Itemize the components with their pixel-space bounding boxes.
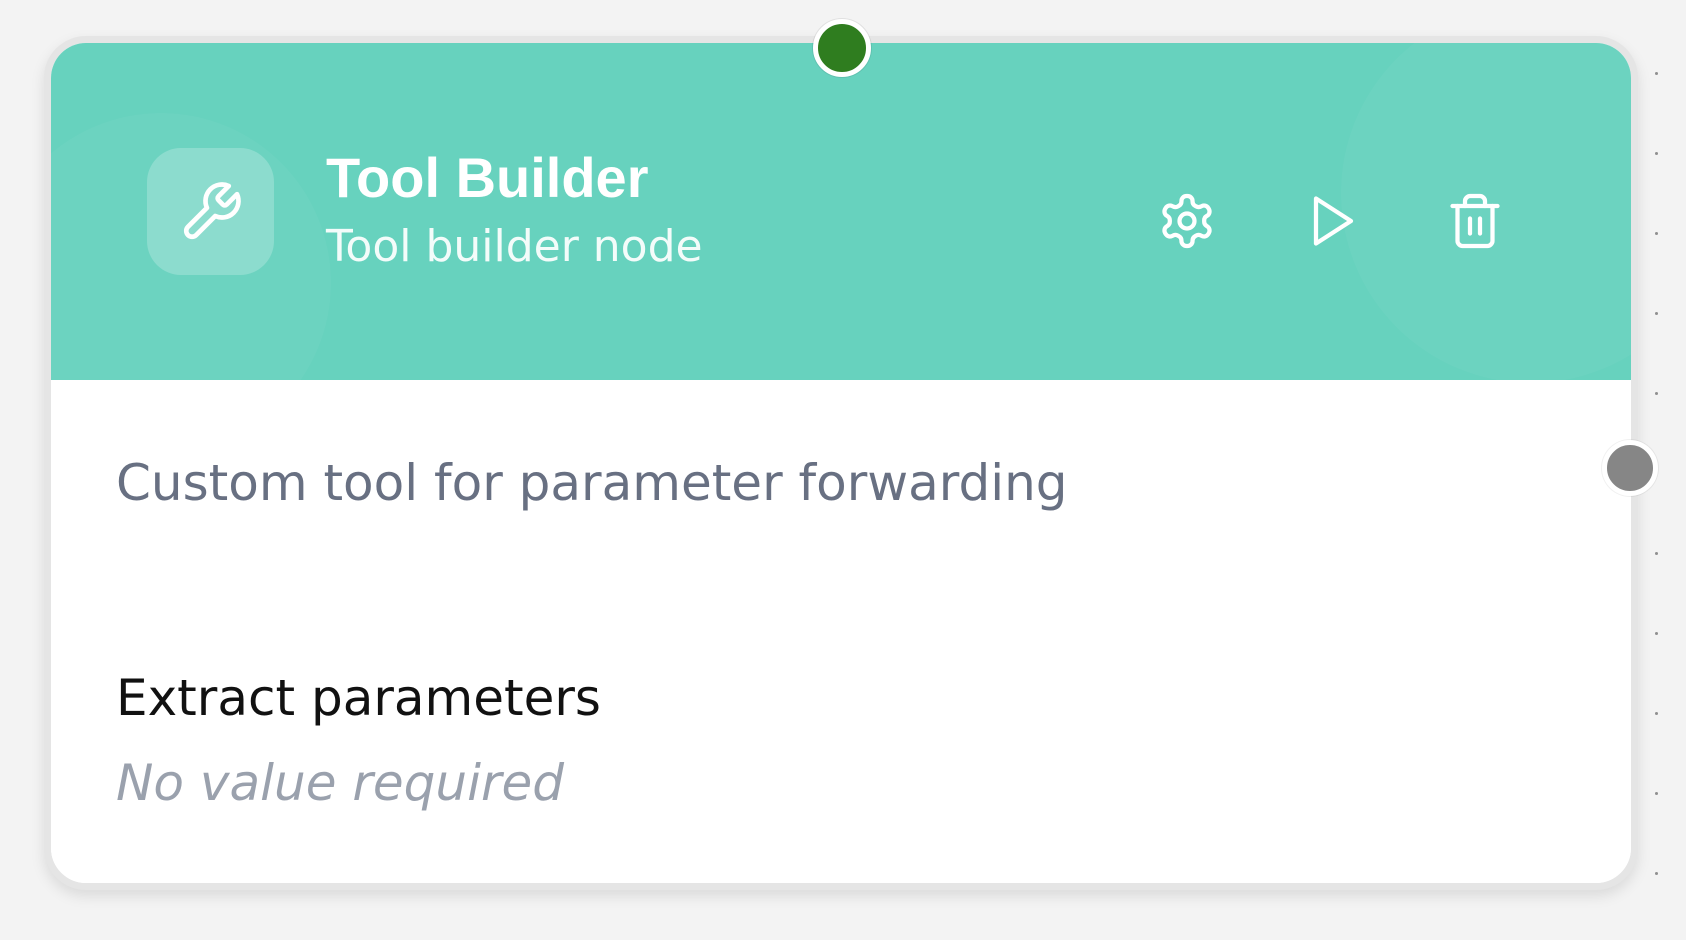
input-handle[interactable] xyxy=(813,19,871,77)
grid-dot xyxy=(1655,392,1658,395)
param-value: No value required xyxy=(116,754,565,812)
grid-dot xyxy=(1655,72,1658,75)
node-icon-container xyxy=(147,148,274,275)
node-header: Tool Builder Tool builder node xyxy=(51,43,1631,380)
delete-button[interactable] xyxy=(1439,185,1511,257)
grid-dot xyxy=(1655,632,1658,635)
node-description: Custom tool for parameter forwarding xyxy=(116,454,1068,512)
run-button[interactable] xyxy=(1295,185,1367,257)
param-label: Extract parameters xyxy=(116,669,601,727)
grid-dot xyxy=(1655,792,1658,795)
gear-icon xyxy=(1162,193,1212,249)
grid-dot xyxy=(1655,872,1658,875)
tool-builder-node[interactable]: Tool Builder Tool builder node Custom to… xyxy=(44,36,1638,890)
grid-dot xyxy=(1655,232,1658,235)
output-handle[interactable] xyxy=(1602,440,1658,496)
grid-dot xyxy=(1655,712,1658,715)
settings-button[interactable] xyxy=(1151,185,1223,257)
node-body: Custom tool for parameter forwarding Ext… xyxy=(51,380,1631,883)
play-icon xyxy=(1313,196,1354,246)
trash-icon xyxy=(1450,193,1500,249)
grid-dot xyxy=(1655,152,1658,155)
wrench-icon xyxy=(183,181,241,239)
grid-dot xyxy=(1655,552,1658,555)
node-subtitle: Tool builder node xyxy=(326,221,703,272)
grid-dot xyxy=(1655,312,1658,315)
node-title: Tool Builder xyxy=(326,146,649,209)
